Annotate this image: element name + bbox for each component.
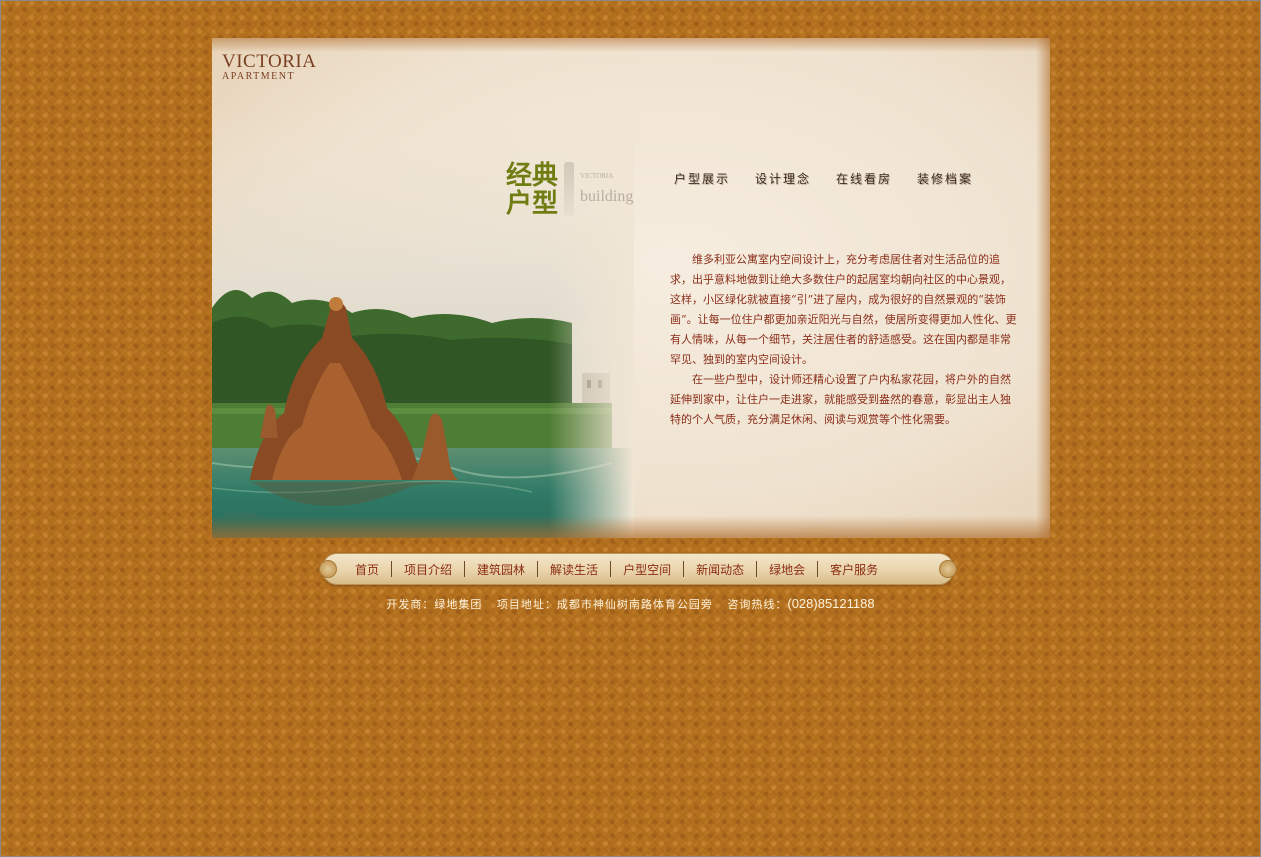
main-nav-items: 首页 项目介绍 建筑园林 解读生活 户型空间 新闻动态 绿地会 客户服务 — [343, 554, 890, 584]
footer-address: 项目地址：成都市神仙树南路体育公园旁 — [496, 598, 713, 611]
nav-item-customer-service[interactable]: 客户服务 — [818, 561, 890, 578]
subnav-item-floorplans[interactable]: 户型展示 — [674, 170, 730, 187]
main-navigation-bar: 首页 项目介绍 建筑园林 解读生活 户型空间 新闻动态 绿地会 客户服务 — [319, 553, 957, 585]
page-heading: 经典 户型 — [506, 162, 558, 218]
subnav-item-decoration-archive[interactable]: 装修档案 — [917, 170, 973, 187]
nav-item-architecture-garden[interactable]: 建筑园林 — [465, 561, 537, 578]
page-footer: 开发商：绿地集团 项目地址：成都市神仙树南路体育公园旁 咨询热线：(028)85… — [0, 596, 1261, 612]
heading-line-1: 经典 — [506, 161, 559, 191]
logo-main-text: VICTORIA — [222, 51, 317, 72]
subnav-item-online-viewing[interactable]: 在线看房 — [836, 170, 892, 187]
heading-en-big: building — [580, 188, 634, 205]
nav-item-home[interactable]: 首页 — [343, 561, 391, 578]
nav-item-lifestyle[interactable]: 解读生活 — [538, 561, 610, 578]
nav-item-floorplan-space[interactable]: 户型空间 — [611, 561, 683, 578]
footer-hotline-number: (028)85121188 — [787, 596, 875, 611]
panel-edge — [1036, 38, 1050, 538]
description-paragraph-1: 维多利亚公寓室内空间设计上，充分考虑居住者对生活品位的追求，出乎意料地做到让绝大… — [670, 253, 1017, 366]
sub-navigation: 户型展示 设计理念 在线看房 装修档案 — [674, 170, 973, 187]
footer-hotline-label: 咨询热线： — [727, 598, 788, 611]
heading-en-small: VICTORIA — [580, 172, 614, 180]
heading-line-2: 户型 — [506, 189, 559, 219]
nav-item-greenland-club[interactable]: 绿地会 — [757, 561, 817, 578]
description-paragraph-2: 在一些户型中，设计师还精心设置了户内私家花园，将户外的自然延伸到家中，让住户一走… — [670, 373, 1011, 426]
content-panel: VICTORIA APARTMENT VICTORIA 经典 户型 VICTOR… — [212, 38, 1050, 538]
description-text: 维多利亚公寓室内空间设计上，充分考虑居住者对生活品位的追求，出乎意料地做到让绝大… — [670, 250, 1020, 430]
heading-ornament — [564, 162, 574, 216]
nav-item-news[interactable]: 新闻动态 — [684, 561, 756, 578]
logo-sub-text: APARTMENT — [222, 71, 296, 82]
picture-caption-small: VICTORIA — [224, 512, 257, 520]
brand-logo[interactable]: VICTORIA APARTMENT — [222, 52, 316, 82]
subnav-item-design-concept[interactable]: 设计理念 — [755, 170, 811, 187]
nav-item-project-intro[interactable]: 项目介绍 — [392, 561, 464, 578]
footer-developer: 开发商：绿地集团 — [386, 598, 483, 611]
heading-english: VICTORIA building — [580, 172, 650, 206]
